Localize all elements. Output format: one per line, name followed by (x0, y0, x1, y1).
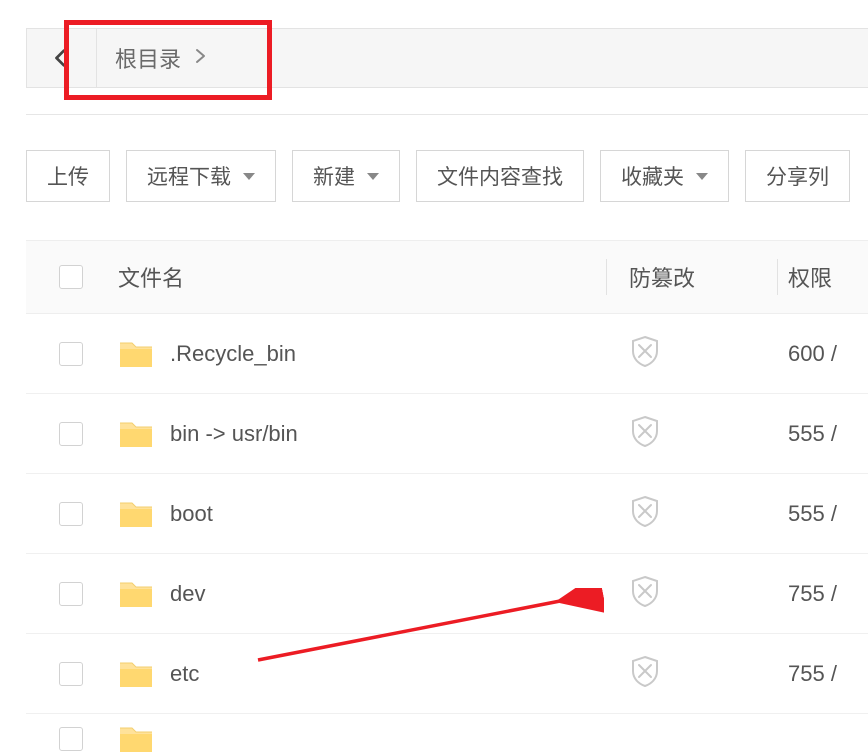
row-checkbox[interactable] (59, 662, 83, 686)
file-name-label: .Recycle_bin (170, 341, 296, 367)
folder-icon (118, 724, 154, 752)
perm-cell: 555 / (778, 501, 868, 527)
favorites-label: 收藏夹 (621, 161, 684, 191)
breadcrumb-back-button[interactable] (27, 29, 97, 87)
table-row[interactable]: etc 755 / (26, 634, 868, 714)
perm-cell: 755 / (778, 661, 868, 687)
row-checkbox[interactable] (59, 342, 83, 366)
tamper-cell[interactable] (608, 575, 778, 613)
file-name-cell[interactable]: etc (118, 659, 608, 689)
tamper-cell[interactable] (608, 335, 778, 373)
file-name-cell[interactable]: boot (118, 499, 608, 529)
tamper-cell[interactable] (608, 655, 778, 693)
file-name-label: etc (170, 661, 199, 687)
table-row[interactable]: bin -> usr/bin 555 / (26, 394, 868, 474)
remote-download-button[interactable]: 远程下载 (126, 150, 276, 202)
chevron-down-icon (243, 173, 255, 180)
shield-off-icon (630, 415, 660, 447)
shield-off-icon (630, 335, 660, 367)
header-perm[interactable]: 权限 (778, 261, 868, 293)
folder-icon (118, 419, 154, 449)
folder-icon (118, 659, 154, 689)
file-name-cell[interactable]: .Recycle_bin (118, 339, 608, 369)
table-row[interactable]: dev 755 / (26, 554, 868, 634)
shield-off-icon (630, 495, 660, 527)
chevron-right-icon (195, 48, 207, 69)
file-table: 文件名 防篡改 权限 .Recycle_bin 600 / bin -> usr/b… (26, 240, 868, 752)
row-checkbox[interactable] (59, 582, 83, 606)
row-checkbox[interactable] (59, 422, 83, 446)
table-row[interactable] (26, 714, 868, 752)
table-row[interactable]: boot 555 / (26, 474, 868, 554)
favorites-button[interactable]: 收藏夹 (600, 150, 729, 202)
perm-cell: 600 / (778, 341, 868, 367)
perm-cell: 755 / (778, 581, 868, 607)
arrow-left-icon (51, 47, 73, 69)
upload-label: 上传 (47, 161, 89, 191)
shield-off-icon (630, 575, 660, 607)
row-checkbox[interactable] (59, 727, 83, 751)
file-name-label: boot (170, 501, 213, 527)
new-button[interactable]: 新建 (292, 150, 400, 202)
file-name-cell[interactable]: bin -> usr/bin (118, 419, 608, 449)
upload-button[interactable]: 上传 (26, 150, 110, 202)
table-row[interactable]: .Recycle_bin 600 / (26, 314, 868, 394)
toolbar: 上传 远程下载 新建 文件内容查找 收藏夹 分享列 (26, 150, 868, 202)
folder-icon (118, 499, 154, 529)
tamper-cell[interactable] (608, 495, 778, 533)
chevron-down-icon (696, 173, 708, 180)
file-name-label: bin -> usr/bin (170, 421, 298, 447)
file-name-cell[interactable] (118, 724, 608, 752)
select-all-checkbox[interactable] (59, 265, 83, 289)
folder-icon (118, 339, 154, 369)
row-checkbox[interactable] (59, 502, 83, 526)
share-list-button[interactable]: 分享列 (745, 150, 850, 202)
header-name[interactable]: 文件名 (116, 261, 606, 293)
folder-icon (118, 579, 154, 609)
file-name-label: dev (170, 581, 205, 607)
perm-cell: 555 / (778, 421, 868, 447)
table-header: 文件名 防篡改 权限 (26, 240, 868, 314)
chevron-down-icon (367, 173, 379, 180)
new-label: 新建 (313, 161, 355, 191)
content-search-button[interactable]: 文件内容查找 (416, 150, 584, 202)
breadcrumb-bar: 根目录 (26, 28, 868, 88)
divider (26, 114, 868, 115)
header-tamper[interactable]: 防篡改 (607, 261, 777, 293)
share-list-label: 分享列 (766, 161, 829, 191)
tamper-cell[interactable] (608, 415, 778, 453)
content-search-label: 文件内容查找 (437, 161, 563, 191)
file-name-cell[interactable]: dev (118, 579, 608, 609)
shield-off-icon (630, 655, 660, 687)
remote-download-label: 远程下载 (147, 161, 231, 191)
breadcrumb-root[interactable]: 根目录 (97, 29, 217, 87)
breadcrumb-root-label: 根目录 (115, 42, 181, 74)
